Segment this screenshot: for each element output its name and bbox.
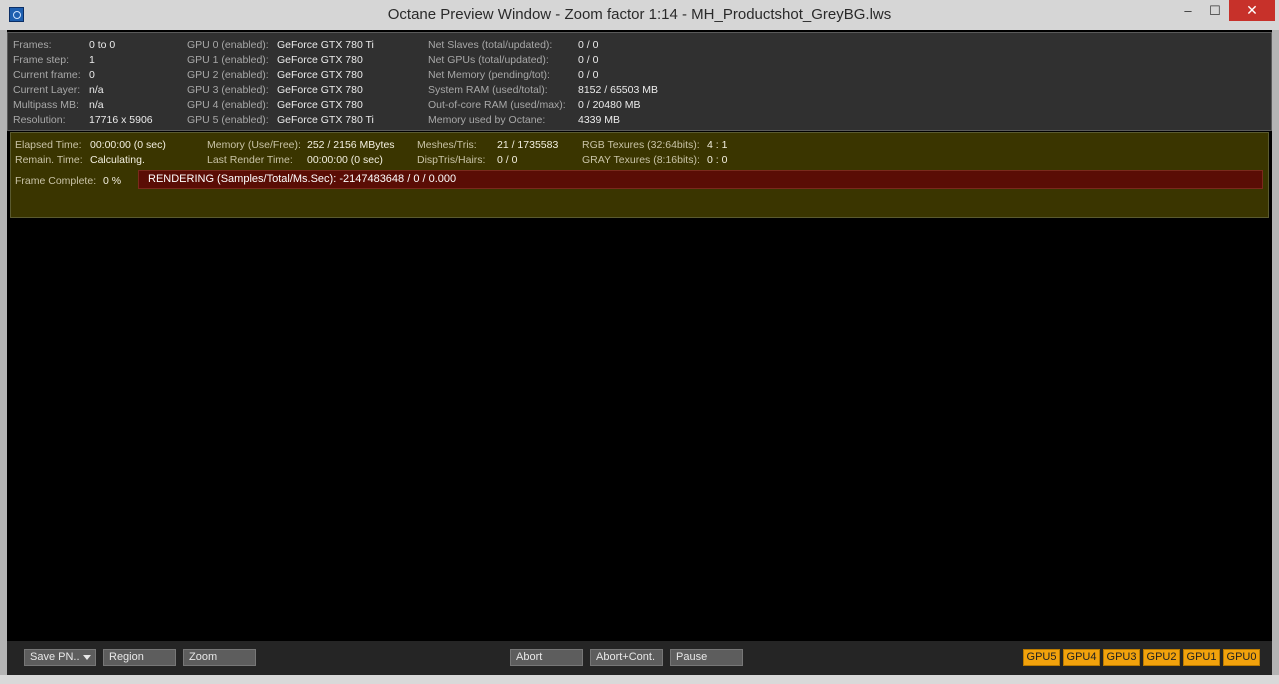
last-render-label: Last Render Time: xyxy=(207,154,293,166)
gpu5-toggle[interactable]: GPU5 xyxy=(1023,649,1060,666)
remain-time-label: Remain. Time: xyxy=(15,154,83,166)
frame-complete-label: Frame Complete: xyxy=(15,175,97,187)
minimize-button[interactable]: ‒ xyxy=(1175,0,1201,21)
gpu2-value: GeForce GTX 780 xyxy=(277,69,363,81)
net-memory-value: 0 / 0 xyxy=(578,69,599,81)
net-memory-label: Net Memory (pending/tot): xyxy=(428,69,550,81)
status-panel: Elapsed Time: 00:00:00 (0 sec) Remain. T… xyxy=(10,132,1269,218)
resolution-value: 17716 x 5906 xyxy=(89,114,153,126)
zoom-button[interactable]: Zoom xyxy=(183,649,256,666)
frames-value: 0 to 0 xyxy=(89,39,116,51)
gpu2-toggle[interactable]: GPU2 xyxy=(1143,649,1180,666)
save-dropdown[interactable]: Save PN.. xyxy=(24,649,96,666)
gpu0-toggle[interactable]: GPU0 xyxy=(1223,649,1260,666)
gpu4-value: GeForce GTX 780 xyxy=(277,99,363,111)
gray-textures-value: 0 : 0 xyxy=(707,154,728,166)
gpu0-value: GeForce GTX 780 Ti xyxy=(277,39,374,51)
gpu1-toggle[interactable]: GPU1 xyxy=(1183,649,1220,666)
rgb-textures-value: 4 : 1 xyxy=(707,139,728,151)
window-bottom-edge xyxy=(0,675,1279,684)
meshes-value: 21 / 1735583 xyxy=(497,139,559,151)
frame-step-label: Frame step: xyxy=(13,54,70,66)
region-button[interactable]: Region xyxy=(103,649,176,666)
current-frame-label: Current frame: xyxy=(13,69,81,81)
elapsed-time-value: 00:00:00 (0 sec) xyxy=(90,139,166,151)
render-progress-bar: RENDERING (Samples/Total/Ms.Sec): -21474… xyxy=(138,170,1263,189)
resolution-label: Resolution: xyxy=(13,114,66,126)
save-dropdown-label: Save PN.. xyxy=(30,651,80,663)
abort-button[interactable]: Abort xyxy=(510,649,583,666)
gray-textures-label: GRAY Texures (8:16bits): xyxy=(582,154,700,166)
close-button[interactable]: ✕ xyxy=(1229,0,1275,21)
remain-time-value: Calculating. xyxy=(90,154,145,166)
net-slaves-label: Net Slaves (total/updated): xyxy=(428,39,553,51)
current-layer-value: n/a xyxy=(89,84,104,96)
last-render-value: 00:00:00 (0 sec) xyxy=(307,154,383,166)
rgb-textures-label: RGB Texures (32:64bits): xyxy=(582,139,700,151)
gpu0-label: GPU 0 (enabled): xyxy=(187,39,269,51)
out-of-core-value: 0 / 20480 MB xyxy=(578,99,641,111)
out-of-core-label: Out-of-core RAM (used/max): xyxy=(428,99,566,111)
current-frame-value: 0 xyxy=(89,69,95,81)
bottom-toolbar: Save PN.. Region Zoom Abort Abort+Cont. … xyxy=(7,641,1272,675)
frame-complete-value: 0 % xyxy=(103,175,122,187)
render-viewport[interactable] xyxy=(7,218,1272,641)
meshes-label: Meshes/Tris: xyxy=(417,139,477,151)
gpu3-toggle[interactable]: GPU3 xyxy=(1103,649,1140,666)
current-layer-label: Current Layer: xyxy=(13,84,81,96)
octane-memory-value: 4339 MB xyxy=(578,114,621,126)
disp-tris-value: 0 / 0 xyxy=(497,154,518,166)
gpu1-value: GeForce GTX 780 xyxy=(277,54,363,66)
multipass-label: Multipass MB: xyxy=(13,99,79,111)
multipass-value: n/a xyxy=(89,99,104,111)
pause-button[interactable]: Pause xyxy=(670,649,743,666)
memory-label: Memory (Use/Free): xyxy=(207,139,301,151)
gpu3-label: GPU 3 (enabled): xyxy=(187,84,269,96)
net-gpus-label: Net GPUs (total/updated): xyxy=(428,54,549,66)
gpu5-label: GPU 5 (enabled): xyxy=(187,114,269,126)
gpu4-toggle[interactable]: GPU4 xyxy=(1063,649,1100,666)
system-ram-value: 8152 / 65503 MB xyxy=(578,84,658,96)
frame-step-value: 1 xyxy=(89,54,95,66)
gpu3-value: GeForce GTX 780 xyxy=(277,84,363,96)
memory-value: 252 / 2156 MBytes xyxy=(307,139,395,151)
preview-frame: Frames: 0 to 0 Frame step: 1 Current fra… xyxy=(7,30,1272,675)
elapsed-time-label: Elapsed Time: xyxy=(15,139,82,151)
maximize-button[interactable]: ☐ xyxy=(1202,0,1228,21)
net-gpus-value: 0 / 0 xyxy=(578,54,599,66)
net-slaves-value: 0 / 0 xyxy=(578,39,599,51)
chevron-down-icon xyxy=(83,655,91,660)
info-panel: Frames: 0 to 0 Frame step: 1 Current fra… xyxy=(7,32,1272,131)
gpu1-label: GPU 1 (enabled): xyxy=(187,54,269,66)
octane-memory-label: Memory used by Octane: xyxy=(428,114,546,126)
disp-tris-label: DispTris/Hairs: xyxy=(417,154,486,166)
abort-continue-button[interactable]: Abort+Cont. xyxy=(590,649,663,666)
gpu5-value: GeForce GTX 780 Ti xyxy=(277,114,374,126)
title-bar[interactable]: Octane Preview Window - Zoom factor 1:14… xyxy=(0,0,1279,30)
gpu4-label: GPU 4 (enabled): xyxy=(187,99,269,111)
gpu2-label: GPU 2 (enabled): xyxy=(187,69,269,81)
window-title: Octane Preview Window - Zoom factor 1:14… xyxy=(387,6,892,23)
system-ram-label: System RAM (used/total): xyxy=(428,84,548,96)
frames-label: Frames: xyxy=(13,39,52,51)
